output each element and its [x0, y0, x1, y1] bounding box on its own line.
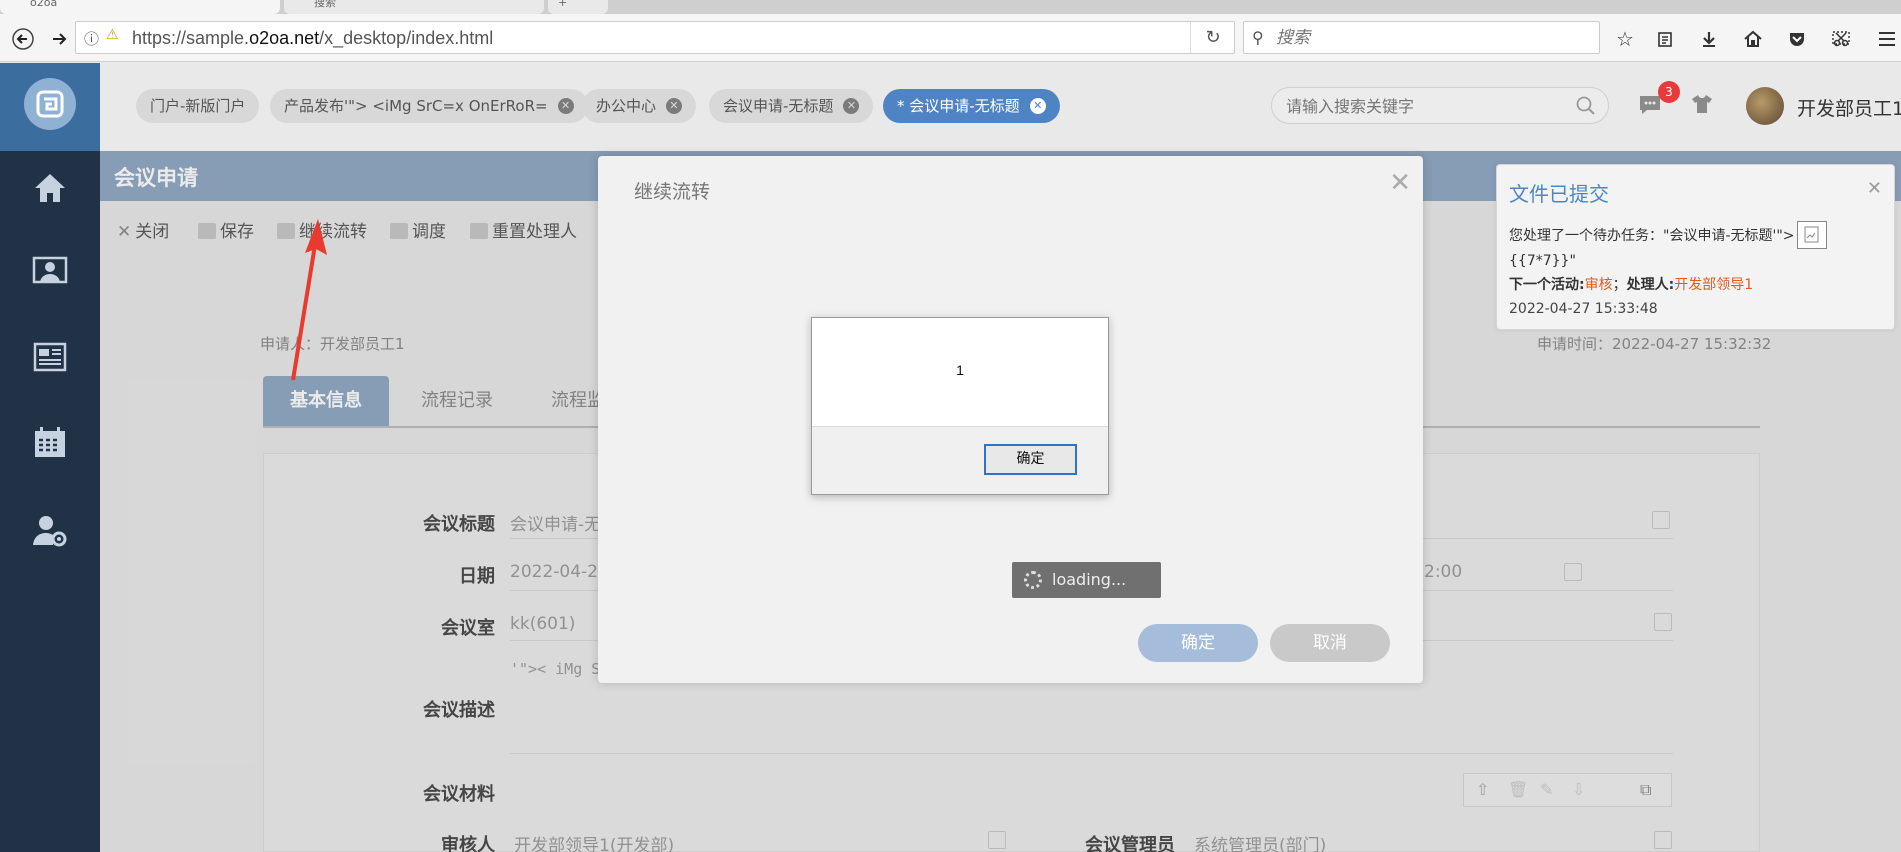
avatar[interactable] [1746, 87, 1784, 125]
message-count-badge: 3 [1658, 81, 1680, 103]
newspaper-icon [33, 342, 67, 372]
close-icon[interactable]: ✕ [1389, 168, 1411, 198]
home-icon[interactable] [1740, 26, 1766, 52]
app-search-box[interactable] [1271, 87, 1609, 124]
handler-label: 处理人: [1626, 277, 1675, 293]
calendar-icon [35, 427, 65, 457]
o2oa-logo[interactable] [24, 78, 76, 130]
home-icon [35, 174, 65, 202]
image-placeholder-icon [1804, 226, 1819, 243]
reload-button[interactable]: ↻ [1190, 22, 1235, 53]
username[interactable]: 开发部员工1 [1797, 94, 1901, 121]
app-tab-meeting-active[interactable]: * 会议申请-无标题 ✕ [883, 89, 1060, 123]
spinner-icon [1024, 571, 1042, 589]
search-icon: ⚲ [1252, 28, 1264, 47]
theme-button[interactable] [1690, 92, 1720, 122]
reading-list-icon[interactable] [1652, 26, 1678, 52]
sidebar-user-settings[interactable] [27, 508, 73, 554]
bookmark-star-icon[interactable]: ☆ [1612, 26, 1638, 52]
hamburger-icon [1879, 32, 1895, 46]
app-sidebar [0, 63, 100, 852]
sidebar-calendar[interactable] [27, 420, 73, 466]
broken-image-icon [1796, 221, 1827, 249]
close-icon[interactable]: ✕ [666, 97, 683, 114]
address-bar[interactable]: ⓘ ⚠ https://sample.o2oa.net/x_desktop/in… [75, 21, 1235, 54]
back-button[interactable] [8, 24, 38, 54]
alert-message: 1 [956, 362, 964, 378]
browser-tabstrip: o2oa 搜索 + [0, 0, 1901, 14]
app-tab-portal[interactable]: 门户-新版门户 [136, 89, 260, 123]
url-host: o2oa.net [249, 28, 320, 48]
loading-indicator: loading... [1012, 562, 1161, 598]
close-icon[interactable]: ✕ [843, 97, 860, 114]
download-arrow-icon [1703, 32, 1715, 47]
home-glyph-icon [1744, 30, 1762, 47]
notification-text-suffix: {{7*7}}" [1509, 253, 1576, 269]
insecure-lock-icon[interactable]: ⚠ [106, 27, 119, 43]
browser-search-box[interactable]: ⚲ [1243, 21, 1600, 54]
sidebar-contacts[interactable] [27, 248, 73, 294]
app-search-input[interactable] [1286, 94, 1566, 118]
browser-tab-label: o2oa [30, 0, 58, 9]
notification-time: 2022-04-27 15:33:48 [1509, 301, 1658, 317]
app-tab-label: * 会议申请-无标题 [897, 97, 1020, 115]
download-icon[interactable] [1696, 26, 1722, 52]
app-tab-label: 会议申请-无标题 [723, 97, 834, 115]
new-tab-button[interactable]: + [548, 0, 608, 14]
handler: 开发部领导1 [1674, 277, 1754, 293]
notification-title: 文件已提交 [1509, 182, 1609, 206]
back-arrow-icon [12, 28, 34, 50]
screenshot-icon[interactable] [1828, 26, 1854, 52]
submit-notification: 文件已提交 ✕ 您处理了一个待办任务："会议申请-无标题'"> {{7*7}}" … [1496, 164, 1895, 330]
notification-text: 您处理了一个待办任务："会议申请-无标题'"> [1509, 228, 1795, 244]
browser-tab[interactable]: 搜索 [284, 0, 544, 14]
logo-area [0, 63, 100, 151]
app-tab-product[interactable]: 产品发布'"> <iMg SrC=x OnErRoR= ✕ [270, 89, 588, 123]
dialog-ok-button[interactable]: 确定 [1138, 624, 1258, 662]
pocket-glyph-icon [1790, 33, 1804, 46]
alert-footer: 确定 [812, 426, 1108, 494]
app-tab-label: 门户-新版门户 [150, 97, 246, 115]
app-tab-meeting[interactable]: 会议申请-无标题 ✕ [709, 89, 874, 123]
notification-body: 您处理了一个待办任务："会议申请-无标题'"> {{7*7}}" 下一个活动:审核… [1509, 221, 1884, 297]
new-tab-label: + [558, 0, 568, 9]
loading-text: loading... [1052, 570, 1127, 589]
dialog-cancel-button[interactable]: 取消 [1270, 624, 1390, 662]
forward-arrow-icon [53, 33, 67, 45]
tshirt-icon [1692, 95, 1712, 113]
user-gear-icon [33, 516, 67, 547]
alert-dialog: 1 确定 [811, 317, 1109, 495]
url-text: https://sample.o2oa.net/x_desktop/index.… [132, 28, 493, 49]
next-activity: 审核 [1584, 277, 1613, 293]
url-path: /x_desktop/index.html [319, 28, 494, 48]
contact-card-icon [32, 256, 68, 284]
search-icon[interactable] [1576, 96, 1596, 116]
alert-ok-button[interactable]: 确定 [984, 444, 1077, 475]
close-icon[interactable]: ✕ [1867, 178, 1882, 199]
sidebar-home[interactable] [27, 165, 73, 211]
close-icon[interactable]: ✕ [1029, 97, 1046, 114]
next-activity-label: 下一个活动: [1509, 277, 1585, 293]
logo-icon [36, 90, 64, 118]
close-icon[interactable]: ✕ [557, 97, 574, 114]
browser-tab-label: 搜索 [314, 0, 336, 9]
info-icon[interactable]: ⓘ [84, 28, 99, 49]
app-tab-label: 办公中心 [596, 97, 657, 115]
url-prefix: https://sample. [132, 28, 250, 48]
scissors-icon [1832, 31, 1850, 47]
annotation-arrow [291, 219, 327, 381]
sidebar-news[interactable] [27, 334, 73, 380]
forward-button[interactable] [44, 24, 74, 54]
dialog-title: 继续流转 [634, 181, 711, 203]
browser-search-input[interactable] [1276, 26, 1586, 49]
app-tab-office[interactable]: 办公中心 ✕ [582, 89, 697, 123]
browser-tab[interactable]: o2oa [0, 0, 280, 14]
menu-icon[interactable] [1874, 26, 1900, 52]
app-tab-label: 产品发布'"> <iMg SrC=x OnErRoR= [284, 97, 548, 115]
pocket-icon[interactable] [1784, 26, 1810, 52]
reload-icon: ↻ [1205, 27, 1221, 48]
clipboard-icon [1658, 32, 1672, 47]
